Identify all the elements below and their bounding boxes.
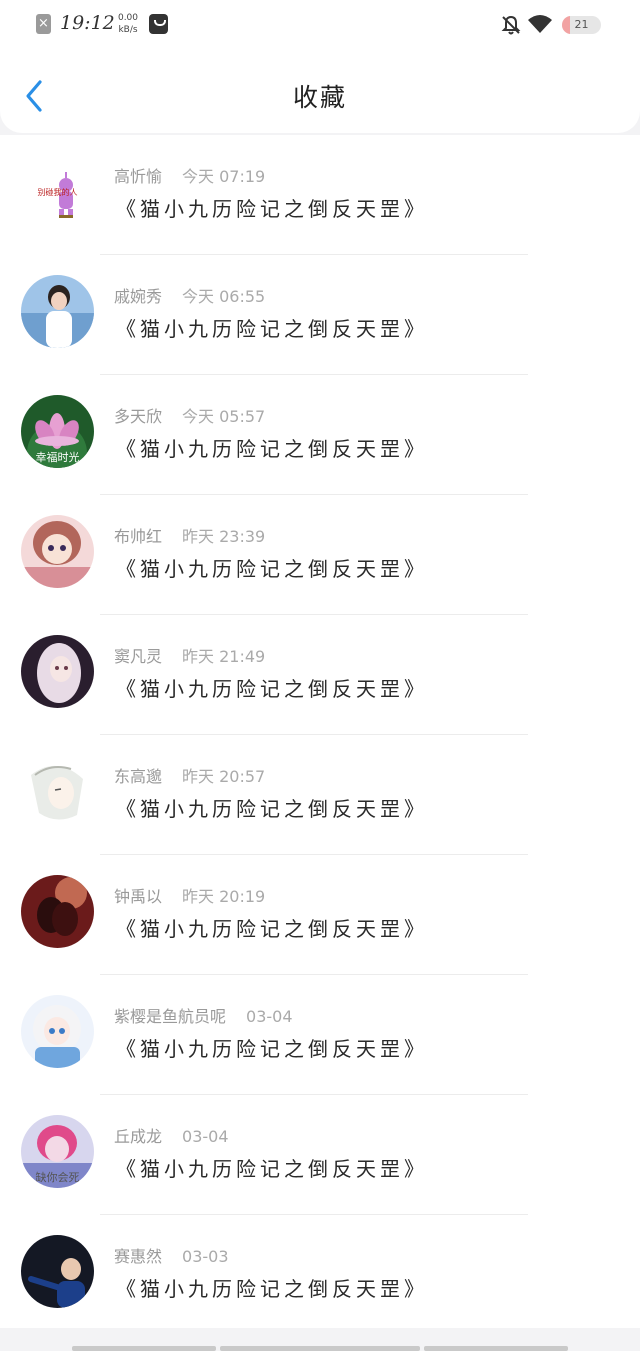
avatar-image: 幸福时光: [21, 395, 94, 468]
avatar-image: [21, 875, 94, 948]
item-meta: 赛惠然 03-03: [114, 1243, 229, 1267]
timestamp: 今天 06:55: [182, 287, 266, 306]
avatar[interactable]: [21, 635, 94, 708]
timestamp: 昨天 21:49: [182, 647, 266, 666]
user-name: 窦凡灵: [114, 647, 163, 666]
network-speed-unit: kB/s: [118, 25, 138, 35]
timestamp: 今天 07:19: [182, 167, 266, 186]
book-title[interactable]: 《猫小九历险记之倒反天罡》: [116, 313, 428, 342]
avatar[interactable]: 幸福时光: [21, 395, 94, 468]
book-title[interactable]: 《猫小九历险记之倒反天罡》: [116, 433, 428, 462]
avatar[interactable]: 别碰我的人: [21, 155, 94, 228]
avatar[interactable]: [21, 995, 94, 1068]
shopping-bag-icon: [149, 14, 168, 34]
header-bar: 收藏: [0, 62, 640, 132]
item-meta: 丘成龙 03-04: [114, 1123, 229, 1147]
book-title[interactable]: 《猫小九历险记之倒反天罡》: [116, 553, 428, 582]
item-meta: 钟禹以 昨天 20:19: [114, 883, 265, 907]
timestamp: 昨天 20:19: [182, 887, 266, 906]
avatar[interactable]: [21, 875, 94, 948]
avatar[interactable]: 缺你会死: [21, 1115, 94, 1188]
list-item[interactable]: 钟禹以 昨天 20:19 《猫小九历险记之倒反天罡》: [0, 855, 640, 975]
user-name: 丘成龙: [114, 1127, 163, 1146]
book-title[interactable]: 《猫小九历险记之倒反天罡》: [116, 1033, 428, 1062]
user-name: 高忻愉: [114, 167, 163, 186]
book-title[interactable]: 《猫小九历险记之倒反天罡》: [116, 1273, 428, 1302]
list-item[interactable]: 紫樱是鱼航员呢 03-04 《猫小九历险记之倒反天罡》: [0, 975, 640, 1095]
avatar-caption: 幸福时光: [36, 450, 80, 464]
list-item[interactable]: 缺你会死 丘成龙 03-04 《猫小九历险记之倒反天罡》: [0, 1095, 640, 1215]
avatar[interactable]: [21, 515, 94, 588]
list-item[interactable]: 东高邈 昨天 20:57 《猫小九历险记之倒反天罡》: [0, 735, 640, 855]
book-title[interactable]: 《猫小九历险记之倒反天罡》: [116, 913, 428, 942]
item-meta: 多天欣 今天 05:57: [114, 403, 265, 427]
user-name: 紫樱是鱼航员呢: [114, 1007, 227, 1026]
avatar-image: [21, 515, 94, 588]
bottom-tab-indicator-1: [72, 1346, 216, 1351]
avatar-image: [21, 1235, 94, 1308]
book-title[interactable]: 《猫小九历险记之倒反天罡》: [116, 1153, 428, 1182]
book-title[interactable]: 《猫小九历险记之倒反天罡》: [116, 793, 428, 822]
avatar[interactable]: [21, 275, 94, 348]
item-meta: 戚婉秀 今天 06:55: [114, 283, 265, 307]
battery-level: 21: [574, 18, 589, 31]
item-meta: 布帅红 昨天 23:39: [114, 523, 265, 547]
timestamp: 03-04: [182, 1127, 229, 1146]
book-title[interactable]: 《猫小九历险记之倒反天罡》: [116, 673, 428, 702]
timestamp: 03-04: [246, 1007, 293, 1026]
bottom-area: [0, 1328, 640, 1351]
avatar-image: 别碰我的人: [21, 155, 94, 228]
user-name: 多天欣: [114, 407, 163, 426]
avatar-caption: 别碰我的人: [38, 187, 78, 197]
timestamp: 03-03: [182, 1247, 229, 1266]
user-name: 赛惠然: [114, 1247, 163, 1266]
bell-muted-icon: [501, 15, 521, 35]
user-name: 布帅红: [114, 527, 163, 546]
timestamp: 昨天 20:57: [182, 767, 266, 786]
list-item[interactable]: 戚婉秀 今天 06:55 《猫小九历险记之倒反天罡》: [0, 255, 640, 375]
network-speed-value: 0.00: [117, 13, 139, 23]
avatar-image: [21, 275, 94, 348]
list-item[interactable]: 布帅红 昨天 23:39 《猫小九历险记之倒反天罡》: [0, 495, 640, 615]
avatar[interactable]: [21, 755, 94, 828]
avatar-image: [21, 635, 94, 708]
top-area: × 19:12 0.00 kB/s 21 收藏: [0, 0, 640, 133]
avatar-image: 缺你会死: [21, 1115, 94, 1188]
favorites-list: 别碰我的人 高忻愉 今天 07:19 《猫小九历险记之倒反天罡》 戚婉秀 今天 06:55…: [0, 135, 640, 1335]
user-name: 东高邈: [114, 767, 163, 786]
status-time: 19:12: [60, 12, 115, 34]
timestamp: 今天 05:57: [182, 407, 266, 426]
item-meta: 东高邈 昨天 20:57: [114, 763, 265, 787]
list-item[interactable]: 窦凡灵 昨天 21:49 《猫小九历险记之倒反天罡》: [0, 615, 640, 735]
avatar-image: [21, 755, 94, 828]
item-meta: 高忻愉 今天 07:19: [114, 163, 265, 187]
book-title[interactable]: 《猫小九历险记之倒反天罡》: [116, 193, 428, 222]
battery-indicator: 21: [562, 16, 601, 34]
list-item[interactable]: 别碰我的人 高忻愉 今天 07:19 《猫小九历险记之倒反天罡》: [0, 135, 640, 255]
avatar-image: [21, 995, 94, 1068]
notification-close-icon: ×: [36, 14, 51, 34]
wifi-icon: [528, 15, 552, 33]
user-name: 戚婉秀: [114, 287, 163, 306]
item-meta: 紫樱是鱼航员呢 03-04: [114, 1003, 293, 1027]
bottom-tab-indicator-3: [424, 1346, 568, 1351]
list-item[interactable]: 赛惠然 03-03 《猫小九历险记之倒反天罡》: [0, 1215, 640, 1335]
avatar-caption: 缺你会死: [36, 1170, 80, 1184]
item-meta: 窦凡灵 昨天 21:49: [114, 643, 265, 667]
network-speed: 0.00 kB/s: [113, 12, 143, 36]
timestamp: 昨天 23:39: [182, 527, 266, 546]
status-bar: × 19:12 0.00 kB/s 21: [0, 0, 640, 50]
list-item[interactable]: 幸福时光 多天欣 今天 05:57 《猫小九历险记之倒反天罡》: [0, 375, 640, 495]
user-name: 钟禹以: [114, 887, 163, 906]
avatar[interactable]: [21, 1235, 94, 1308]
page-title: 收藏: [292, 83, 347, 112]
bottom-tab-indicator-2: [220, 1346, 420, 1351]
